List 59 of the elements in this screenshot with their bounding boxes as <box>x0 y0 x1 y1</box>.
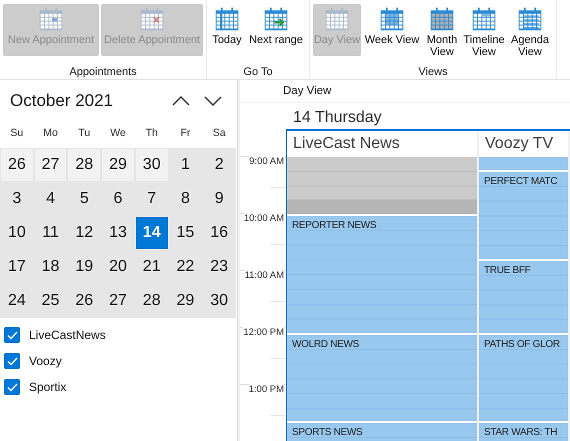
weekday-label: Th <box>144 126 159 141</box>
ribbon-button[interactable]: Next range <box>246 4 306 65</box>
check-icon <box>6 356 18 366</box>
appointment[interactable]: PATHS OF GLOR <box>479 334 568 424</box>
filter-label: LiveCastNews <box>29 328 106 342</box>
appointment[interactable]: PERFECT MATC <box>479 172 568 261</box>
checkbox[interactable] <box>4 379 20 395</box>
calendar-icon <box>379 6 405 32</box>
date-header: 14 Thursday <box>293 109 382 128</box>
appointment[interactable]: WOLRD NEWS <box>287 334 477 424</box>
weekday-label: We <box>109 126 127 141</box>
ribbon-button[interactable]: Agenda View <box>507 4 553 65</box>
calendar-day[interactable]: 26 <box>0 148 34 182</box>
calendar-icon <box>471 6 497 32</box>
calendar-day[interactable]: 27 <box>34 148 68 182</box>
calendar-icon <box>429 6 455 32</box>
ribbon-button[interactable]: Month View <box>423 4 461 65</box>
time-label: 9:00 AM <box>249 156 284 167</box>
group-label: Go To <box>243 66 273 79</box>
calendar-day[interactable]: 28 <box>67 148 102 182</box>
filter-label: Voozy <box>29 354 62 368</box>
weekday-label: Sa <box>212 126 227 141</box>
calendar-arrow-icon <box>263 6 289 32</box>
ribbon-button[interactable]: Today <box>210 4 244 65</box>
check-icon <box>6 330 18 340</box>
calendar-icon <box>38 6 64 32</box>
appointment[interactable]: STAR WARS: TH <box>479 423 568 441</box>
calendar-day[interactable]: 29 <box>101 148 135 182</box>
month-title: October 2021 <box>10 91 114 111</box>
time-label: 12:00 PM <box>243 327 284 338</box>
appointment[interactable]: REPORTER NEWS <box>287 216 477 335</box>
calendar-icon <box>214 6 240 32</box>
checkbox[interactable] <box>4 353 20 369</box>
resource-header: LiveCast News <box>292 134 401 154</box>
group-label: Views <box>418 66 448 79</box>
calendar-delete-icon <box>139 6 165 32</box>
chevron-down-icon <box>204 96 222 106</box>
checkbox[interactable] <box>4 327 20 343</box>
weekday-label: Su <box>9 126 24 141</box>
appointment[interactable]: SPORTS NEWS <box>287 423 477 441</box>
check-icon <box>6 382 18 392</box>
chevron-up-icon <box>172 96 190 106</box>
calendar-day[interactable]: 30 <box>134 148 169 182</box>
weekday-label: Mo <box>42 126 59 141</box>
time-label: 1:00 PM <box>248 384 284 396</box>
calendar-day[interactable]: 14 <box>134 216 169 250</box>
calendar-icon <box>324 6 350 32</box>
filter-label: Sportix <box>29 380 66 394</box>
time-label: 11:00 AM <box>244 270 284 281</box>
resource-header: Voozy TV <box>484 134 554 154</box>
view-label: Day View <box>240 80 570 103</box>
appointment[interactable]: TRUE BFF <box>479 260 568 335</box>
weekday-label: Fr <box>179 126 192 141</box>
list-icon <box>517 6 543 32</box>
time-label: 10:00 AM <box>244 212 284 224</box>
ribbon-button[interactable]: Timeline View <box>463 4 505 65</box>
weekday-label: Tu <box>77 126 92 141</box>
ribbon-button[interactable]: Week View <box>363 4 421 65</box>
group-label: Appointments <box>69 66 137 79</box>
